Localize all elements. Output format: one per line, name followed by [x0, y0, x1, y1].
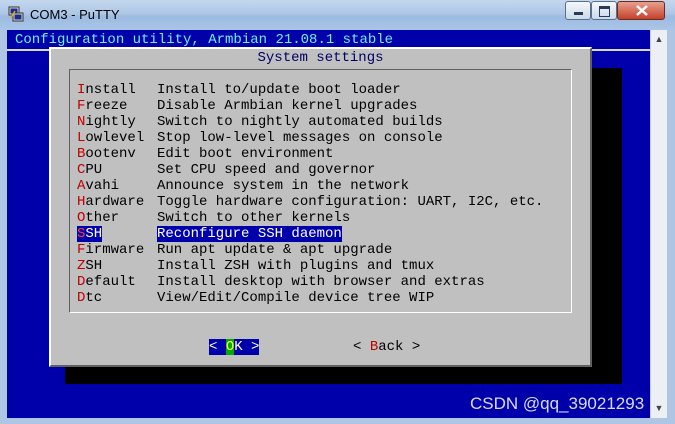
- menu-item-description: Run apt update & apt upgrade: [157, 242, 393, 258]
- menu-item-tag-rest: reeze: [85, 98, 128, 114]
- ok-button[interactable]: < OK >: [209, 339, 260, 355]
- ok-rest: K: [234, 339, 243, 355]
- menu-item-tag-rest: nstall: [85, 82, 136, 98]
- menu-item-tag: Hardware: [77, 194, 144, 210]
- menu-item-tag-rest: SH: [85, 258, 103, 274]
- menu-item-description: Install desktop with browser and extras: [157, 274, 485, 290]
- terminal-area[interactable]: Configuration utility, Armbian 21.08.1 s…: [7, 30, 650, 418]
- menu-item-description: Edit boot environment: [157, 146, 334, 162]
- menu-item-tag-rest: efault: [85, 274, 136, 290]
- menu-item-tag: Other: [77, 210, 119, 226]
- menu-item-tag: Dtc: [77, 290, 102, 306]
- back-button[interactable]: < Back >: [353, 339, 420, 355]
- menu-item-description: Stop low-level messages on console: [157, 130, 443, 146]
- back-left: <: [353, 339, 370, 355]
- close-button[interactable]: [617, 1, 665, 20]
- scroll-up-icon[interactable]: ▲: [652, 31, 666, 47]
- close-icon: [636, 5, 648, 16]
- maximize-icon: [599, 6, 610, 17]
- ok-left: <: [209, 339, 226, 355]
- menu-item-description: View/Edit/Compile device tree WIP: [157, 290, 435, 306]
- window-frame-right: [667, 30, 675, 424]
- window-frame-bottom: [0, 418, 675, 424]
- menu-item-tag-rest: irmware: [85, 242, 145, 258]
- ok-hotkey: O: [225, 339, 235, 355]
- minimize-button[interactable]: [565, 1, 591, 20]
- menu-item-description: Install to/update boot loader: [157, 82, 401, 98]
- window-title: COM3 - PuTTY: [30, 7, 120, 22]
- terminal-scrollbar[interactable]: ▲ ▼: [650, 30, 667, 418]
- menu-item-tag: Freeze: [77, 98, 127, 114]
- menu-item-tag: SSH: [77, 226, 103, 242]
- watermark: CSDN @qq_39021293: [470, 394, 645, 413]
- maximize-button[interactable]: [591, 1, 617, 20]
- scroll-down-icon[interactable]: ▼: [652, 400, 666, 416]
- menu-item-tag-rest: ther: [85, 210, 120, 226]
- terminal-header: Configuration utility, Armbian 21.08.1 s…: [15, 32, 394, 48]
- menu-item-tag-rest: PU: [85, 162, 103, 178]
- menu-item-tag: Firmware: [77, 242, 144, 258]
- menu-item-tag-rest: ardware: [85, 194, 145, 210]
- system-settings-dialog: System settings Install Install to/update…: [49, 47, 592, 367]
- minimize-icon: [574, 12, 583, 15]
- menu-item-tag-rest: owlevel: [85, 130, 145, 146]
- menu-item-description: Reconfigure SSH daemon: [157, 226, 342, 242]
- menu-item-description: Switch to other kernels: [157, 210, 351, 226]
- putty-icon: [8, 6, 24, 22]
- menu-item-description: Toggle hardware configuration: UART, I2C…: [157, 194, 544, 210]
- dialog-title: System settings: [257, 50, 384, 66]
- menu-item-tag: ZSH: [77, 258, 102, 274]
- ok-right: >: [242, 339, 260, 355]
- menu-item-tag: Install: [77, 82, 136, 98]
- window-frame-left: [0, 30, 7, 424]
- back-right: >: [403, 339, 421, 355]
- menu-item-tag: Avahi: [77, 178, 119, 194]
- menu-item-tag: CPU: [77, 162, 102, 178]
- menu-item-tag-rest: tc: [85, 290, 103, 306]
- back-rest: ack: [378, 339, 404, 355]
- menu-item-tag-rest: SH: [85, 226, 103, 242]
- menu-item-description: Disable Armbian kernel upgrades: [157, 98, 418, 114]
- menu-item-description: Set CPU speed and governor: [157, 162, 376, 178]
- back-hotkey: B: [369, 339, 379, 355]
- menu-item-tag: Lowlevel: [77, 130, 144, 146]
- menu-item-description: Announce system in the network: [157, 178, 410, 194]
- menu-item-tag-rest: ootenv: [85, 146, 136, 162]
- menu-item-tag: Nightly: [77, 114, 136, 130]
- menu-item-tag: Default: [77, 274, 136, 290]
- menu-item-tag-rest: vahi: [85, 178, 120, 194]
- menu-item-description: Install ZSH with plugins and tmux: [157, 258, 435, 274]
- menu-item-tag-rest: ightly: [85, 114, 136, 130]
- menu-item-tag: Bootenv: [77, 146, 136, 162]
- menu-item-description: Switch to nightly automated builds: [157, 114, 443, 130]
- title-bar[interactable]: COM3 - PuTTY: [0, 0, 675, 31]
